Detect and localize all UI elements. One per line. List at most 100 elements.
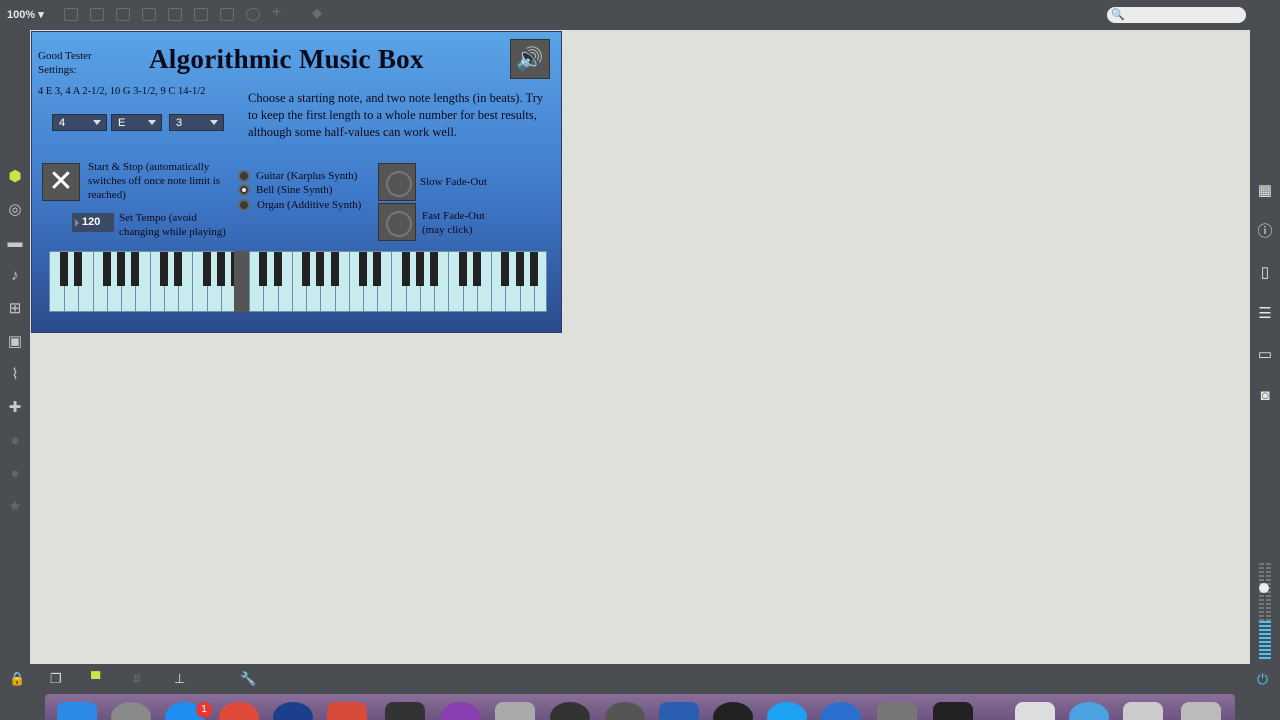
wrench-icon[interactable]: 🔧 <box>240 671 256 687</box>
window-icon[interactable] <box>64 8 78 21</box>
black-key[interactable] <box>117 252 126 286</box>
launchpad-icon[interactable] <box>111 702 151 720</box>
book-icon[interactable]: ▯ <box>1250 252 1280 293</box>
note-length-select[interactable]: 3 <box>169 114 224 131</box>
presentation-icon[interactable]: ▀ <box>91 671 100 686</box>
trash-icon[interactable] <box>1181 702 1221 720</box>
black-key[interactable] <box>159 252 168 286</box>
black-key[interactable] <box>330 252 339 286</box>
tempo-input[interactable]: 120 <box>72 213 114 232</box>
left-sidebar: ⬢ ◎ ▬ ♪ ⊞ ▣ ⌇ ✚ ● ● ★ <box>0 160 30 523</box>
puzzle-icon[interactable]: ✚ <box>0 391 30 424</box>
close-box-icon[interactable] <box>142 8 156 21</box>
black-key[interactable] <box>529 252 538 286</box>
audio-interface-icon[interactable] <box>385 702 425 720</box>
black-key[interactable] <box>174 252 183 286</box>
windows-icon[interactable]: ❐ <box>50 671 62 687</box>
black-key[interactable] <box>273 252 282 286</box>
black-key[interactable] <box>501 252 510 286</box>
target-icon[interactable] <box>168 8 182 21</box>
zoom-menu[interactable]: 100% ▾ <box>7 8 44 21</box>
volume-slider[interactable] <box>1257 563 1273 661</box>
clock-icon[interactable] <box>246 8 260 21</box>
circle-icon[interactable]: ◎ <box>0 193 30 226</box>
black-key[interactable] <box>401 252 410 286</box>
lock-icon[interactable]: 🔒 <box>9 671 25 687</box>
sequence-icon[interactable]: ⊞ <box>0 292 30 325</box>
film-icon[interactable]: ▬ <box>0 226 30 259</box>
browser-icon[interactable] <box>821 702 861 720</box>
black-key[interactable] <box>373 252 382 286</box>
target-app-icon[interactable] <box>550 702 590 720</box>
black-key[interactable] <box>458 252 467 286</box>
slow-fade-button[interactable] <box>378 163 416 201</box>
camera-icon[interactable]: ◙ <box>1250 375 1280 416</box>
piano-keyboard[interactable] <box>49 251 547 312</box>
layout-icon[interactable] <box>220 8 234 21</box>
book-open-icon[interactable]: ▭ <box>1250 334 1280 375</box>
b-icon[interactable]: ● <box>0 457 30 490</box>
grid-toggle-icon[interactable]: # <box>133 671 140 686</box>
music-app-icon[interactable] <box>605 702 645 720</box>
terminal-icon[interactable] <box>933 702 973 720</box>
volume-knob[interactable] <box>1259 583 1269 593</box>
search-input[interactable]: 🔍 <box>1107 7 1246 23</box>
black-key[interactable] <box>102 252 111 286</box>
document-icon[interactable] <box>1015 702 1055 720</box>
white-key-divider <box>192 252 194 311</box>
black-key[interactable] <box>415 252 424 286</box>
black-key[interactable] <box>430 252 439 286</box>
start-note-letter-select[interactable]: E <box>111 114 162 131</box>
finder-icon[interactable] <box>57 702 97 720</box>
word-icon[interactable] <box>659 702 699 720</box>
black-key[interactable] <box>131 252 140 286</box>
black-key[interactable] <box>202 252 211 286</box>
paperclip-icon[interactable]: ⌇ <box>0 358 30 391</box>
black-key[interactable] <box>216 252 225 286</box>
downloads-icon[interactable] <box>1069 702 1109 720</box>
speaker-icon[interactable]: 🔊 <box>510 39 550 79</box>
share-icon[interactable] <box>194 8 208 21</box>
radio-bell[interactable] <box>238 184 250 196</box>
skype-icon[interactable] <box>767 702 807 720</box>
radio-organ[interactable] <box>238 199 250 211</box>
list-icon[interactable]: ☰ <box>1250 293 1280 334</box>
n-app-icon[interactable] <box>713 702 753 720</box>
arrow-app-icon[interactable] <box>273 702 313 720</box>
black-key[interactable] <box>472 252 481 286</box>
stack-icon[interactable] <box>1123 702 1163 720</box>
settings-icon[interactable] <box>877 702 917 720</box>
black-key[interactable] <box>60 252 69 286</box>
grid-icon[interactable]: ▦ <box>1250 170 1280 211</box>
black-key[interactable] <box>259 252 268 286</box>
hierarchy-icon[interactable]: ⊥ <box>174 671 185 687</box>
calendar-icon[interactable] <box>327 702 367 720</box>
radio-guitar[interactable] <box>238 170 250 182</box>
photo-app-icon[interactable] <box>495 702 535 720</box>
white-key-divider <box>149 252 151 311</box>
music-note-icon[interactable]: ♪ <box>0 259 30 292</box>
white-key-divider <box>92 252 94 311</box>
white-key-divider <box>491 252 493 311</box>
edit-icon[interactable] <box>90 8 104 21</box>
black-key[interactable] <box>359 252 368 286</box>
black-key[interactable] <box>515 252 524 286</box>
chrome-icon[interactable] <box>219 702 259 720</box>
top-toolbar: 100% ▾ + ◆ 🔍 <box>0 0 1280 30</box>
paint-bucket-icon[interactable]: ◆ <box>312 5 326 20</box>
start-stop-button[interactable]: ✕ <box>42 163 80 201</box>
info-icon[interactable]: ⓘ <box>1250 211 1280 252</box>
black-key[interactable] <box>74 252 83 286</box>
star-icon[interactable]: ★ <box>0 490 30 523</box>
comment-icon[interactable] <box>116 8 130 21</box>
black-key[interactable] <box>316 252 325 286</box>
add-icon[interactable]: + <box>272 4 286 21</box>
black-key[interactable] <box>302 252 311 286</box>
start-stop-label: Start & Stop (automatically switches off… <box>88 161 221 201</box>
fast-fade-button[interactable] <box>378 203 416 241</box>
start-note-number-select[interactable]: 4 <box>52 114 107 131</box>
cube-icon[interactable]: ⬢ <box>0 160 30 193</box>
p-icon[interactable]: ● <box>0 424 30 457</box>
image-icon[interactable]: ▣ <box>0 325 30 358</box>
podcast-icon[interactable] <box>441 702 481 720</box>
